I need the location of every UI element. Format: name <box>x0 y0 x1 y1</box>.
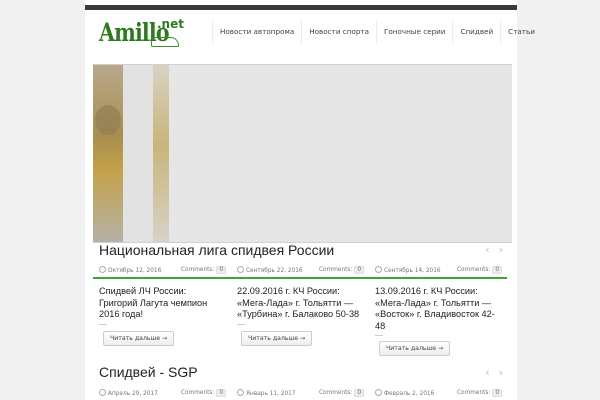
clock-icon <box>237 389 244 396</box>
read-more-button[interactable]: Читать дальше → <box>103 331 175 346</box>
chevron-left-icon[interactable]: ‹ <box>485 243 489 256</box>
post-date: Апрель 29, 2017 <box>99 389 158 397</box>
chevron-left-icon[interactable]: ‹ <box>485 366 489 379</box>
nav-item-auto-news[interactable]: Новости автопрома <box>212 20 301 44</box>
section-title[interactable]: Спидвей - SGP <box>99 364 198 380</box>
chevron-right-icon[interactable]: › <box>499 366 503 379</box>
site-logo[interactable]: Amillo .net <box>99 17 184 48</box>
chevron-right-icon[interactable]: › <box>499 243 503 256</box>
post-comments: Comments: 0 <box>457 389 503 397</box>
read-more-button[interactable]: Читать дальше → <box>241 331 313 346</box>
post-date: Сентябрь 22, 2016 <box>237 266 303 274</box>
post-comments: Comments: 0 <box>457 266 503 274</box>
hero-slider[interactable] <box>93 64 512 243</box>
clock-icon <box>99 266 106 273</box>
post-date: Октябрь 12, 2016 <box>99 266 161 274</box>
clock-icon <box>99 389 106 396</box>
page-container: Amillo .net Новости автопрома Новости сп… <box>85 0 535 400</box>
clock-icon <box>237 266 244 273</box>
post-title[interactable]: Спидвей ЛЧ России: Григорий Лагута чемпи… <box>99 286 227 321</box>
post-comments: Comments: 0 <box>181 266 227 274</box>
post-comments: Comments: 0 <box>181 389 227 397</box>
main-nav: Новости автопрома Новости спорта Гоночны… <box>212 20 542 44</box>
post-comments: Comments: 0 <box>319 266 365 274</box>
slider-image <box>153 65 169 242</box>
section-title[interactable]: Национальная лига спидвея России <box>99 242 334 258</box>
nav-item-racing-series[interactable]: Гоночные серии <box>375 20 452 44</box>
nav-item-articles[interactable]: Статьи <box>500 20 542 44</box>
post-title[interactable]: 13.09.2016 г. КЧ России: «Мега-Лада» г. … <box>375 286 503 332</box>
read-more-button[interactable]: Читать дальше → <box>379 341 451 356</box>
post-comments: Comments: 0 <box>319 389 365 397</box>
clock-icon <box>375 266 382 273</box>
section-divider <box>93 277 507 279</box>
top-bar <box>85 5 517 10</box>
post-date: Сентябрь 14, 2016 <box>375 266 441 274</box>
nav-item-speedway[interactable]: Спидвей <box>452 20 500 44</box>
post-date: Февраль 2, 2016 <box>375 389 434 397</box>
car-icon <box>151 37 179 47</box>
carousel-arrows: ‹ › <box>485 366 503 379</box>
slider-image <box>93 65 123 242</box>
clock-icon <box>375 389 382 396</box>
nav-item-sport-news[interactable]: Новости спорта <box>301 20 376 44</box>
post-title[interactable]: 22.09.2016 г. КЧ России: «Мега-Лада» г. … <box>237 286 365 321</box>
carousel-arrows: ‹ › <box>485 243 503 256</box>
post-date: Январь 11, 2017 <box>237 389 296 397</box>
